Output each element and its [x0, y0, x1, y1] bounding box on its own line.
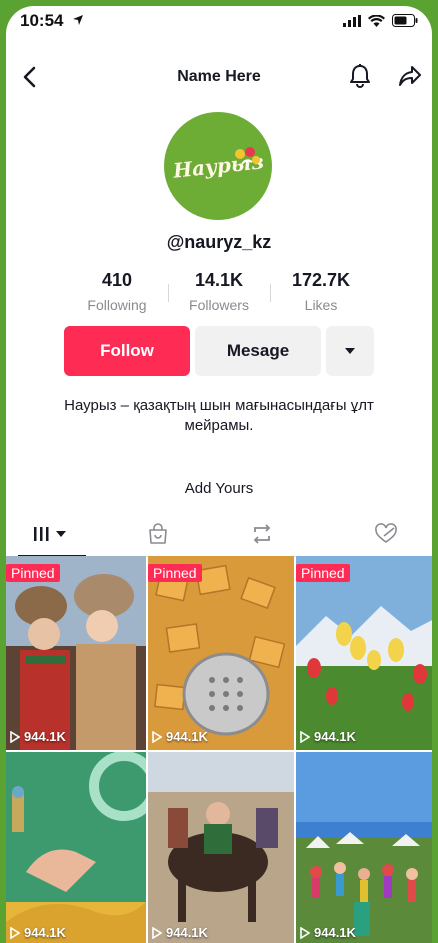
bell-icon	[350, 64, 370, 88]
profile-stats: 410 Following 14.1K Followers 172.7K Lik…	[66, 270, 372, 320]
video-thumbnail[interactable]: 944.1K	[6, 752, 146, 943]
tab-reposts[interactable]	[220, 512, 304, 556]
view-count-text: 944.1K	[314, 729, 356, 744]
flower-decoration-icon	[235, 147, 260, 165]
repost-icon	[253, 524, 271, 544]
pinned-badge: Pinned	[296, 564, 350, 582]
follow-button[interactable]: Follow	[64, 326, 190, 376]
thumbnail-image	[6, 752, 146, 943]
video-grid: Pinned 944.1K Pinned 944.1K Pinned 944.1…	[6, 556, 432, 943]
tab-liked[interactable]	[344, 512, 428, 556]
pinned-badge: Pinned	[148, 564, 202, 582]
video-thumbnail[interactable]: Pinned 944.1K	[6, 556, 146, 750]
caret-down-icon	[345, 348, 355, 354]
view-count-text: 944.1K	[24, 729, 66, 744]
location-arrow-icon	[72, 13, 84, 31]
thumbnail-image	[296, 556, 432, 750]
stat-likes[interactable]: 172.7K Likes	[270, 270, 372, 313]
stat-value: 14.1K	[194, 270, 244, 290]
thumbnail-image	[296, 752, 432, 943]
view-count-text: 944.1K	[24, 925, 66, 940]
video-thumbnail[interactable]: 944.1K	[296, 752, 432, 943]
grid-icon	[34, 527, 66, 541]
pinned-badge: Pinned	[6, 564, 60, 582]
view-count: 944.1K	[152, 925, 208, 940]
view-count: 944.1K	[10, 925, 66, 940]
stat-value: 410	[101, 270, 133, 290]
share-arrow-icon	[399, 66, 421, 86]
stat-label: Followers	[189, 297, 249, 313]
content-tabs	[6, 512, 432, 557]
wifi-icon	[368, 14, 385, 27]
thumbnail-image	[6, 556, 146, 750]
status-time: 10:54	[20, 11, 64, 30]
view-count: 944.1K	[300, 729, 356, 744]
profile-header: Name Here	[6, 56, 432, 96]
stat-value: 172.7K	[291, 270, 351, 290]
signal-icon	[343, 14, 361, 27]
view-count: 944.1K	[10, 729, 66, 744]
status-icons	[343, 14, 418, 27]
more-options-button[interactable]	[326, 326, 374, 376]
view-count-text: 944.1K	[314, 925, 356, 940]
stat-label: Likes	[304, 297, 338, 313]
video-thumbnail[interactable]: 944.1K	[148, 752, 294, 943]
battery-icon	[392, 14, 418, 27]
view-count: 944.1K	[152, 729, 208, 744]
phone-screen: 10:54 Name Here Наурыз @nauryz_kz 410 Fo…	[6, 6, 432, 943]
notification-button[interactable]	[344, 60, 376, 92]
username: @nauryz_kz	[166, 232, 272, 252]
play-icon	[300, 730, 310, 743]
video-thumbnail[interactable]: Pinned 944.1K	[148, 556, 294, 750]
play-icon	[300, 926, 310, 939]
thumbnail-image	[148, 556, 294, 750]
message-button[interactable]: Mesage	[195, 326, 321, 376]
play-icon	[10, 926, 20, 939]
view-count: 944.1K	[300, 925, 356, 940]
shop-bag-icon	[149, 523, 167, 544]
tab-shop[interactable]	[116, 512, 200, 556]
liked-heart-icon	[375, 523, 397, 543]
profile-bio: Наурыз – қазақтың шын мағынасындағы ұлт …	[64, 397, 374, 434]
view-count-text: 944.1K	[166, 729, 208, 744]
add-yours-link[interactable]: Add Yours	[6, 480, 432, 497]
video-thumbnail[interactable]: Pinned 944.1K	[296, 556, 432, 750]
status-bar: 10:54	[6, 6, 432, 36]
view-count-text: 944.1K	[166, 925, 208, 940]
stat-followers[interactable]: 14.1K Followers	[168, 270, 270, 313]
share-button[interactable]	[394, 60, 426, 92]
play-icon	[152, 926, 162, 939]
play-icon	[10, 730, 20, 743]
play-icon	[152, 730, 162, 743]
stat-label: Following	[87, 297, 147, 313]
avatar[interactable]: Наурыз	[164, 112, 272, 220]
thumbnail-image	[148, 752, 294, 943]
tab-videos[interactable]	[10, 512, 94, 557]
stat-following[interactable]: 410 Following	[66, 270, 168, 313]
